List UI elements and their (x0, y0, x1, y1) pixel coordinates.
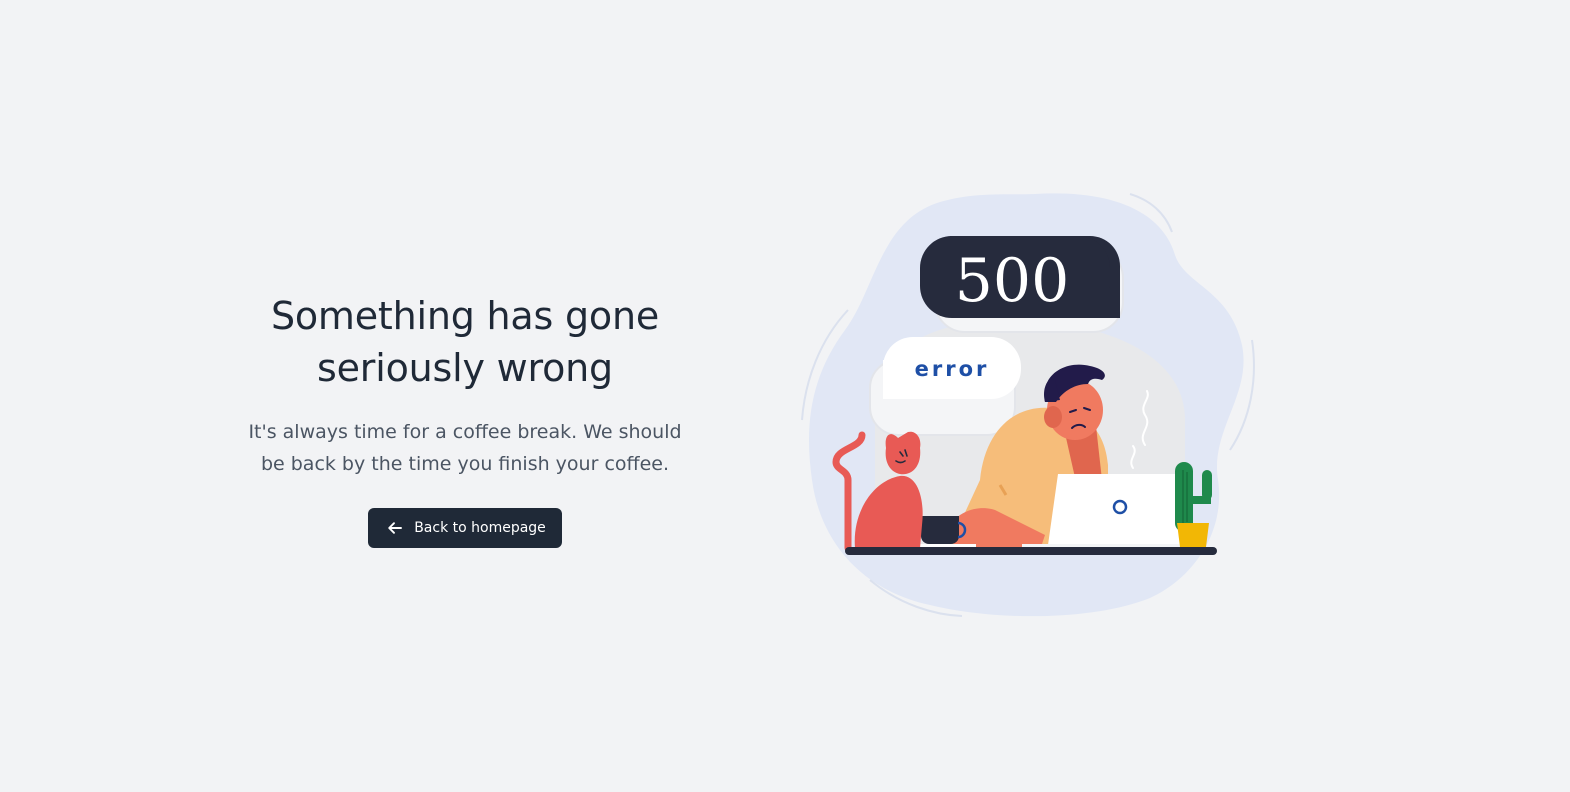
error-bubble-text: error (915, 357, 990, 381)
error-description-line-1: It's always time for a coffee break. We … (248, 421, 682, 443)
back-to-homepage-label: Back to homepage (414, 520, 546, 536)
error-illustration: 500 error (790, 180, 1270, 630)
error-code-text: 500 (955, 246, 1070, 316)
error-description-line-2: be back by the time you finish your coff… (260, 453, 670, 475)
back-to-homepage-button[interactable]: Back to homepage (368, 508, 562, 548)
page-title-line-2: seriously wrong (317, 346, 613, 390)
error-description: It's always time for a coffee break. We … (245, 416, 685, 480)
page-title: Something has gone seriously wrong (245, 290, 685, 394)
error-page: Something has gone seriously wrong It's … (0, 0, 1570, 792)
page-title-line-1: Something has gone (270, 294, 660, 338)
arrow-left-icon (386, 519, 404, 537)
desk (845, 547, 1217, 555)
error-message-block: Something has gone seriously wrong It's … (245, 290, 685, 548)
coffee-break-illustration: 500 error (801, 193, 1255, 617)
